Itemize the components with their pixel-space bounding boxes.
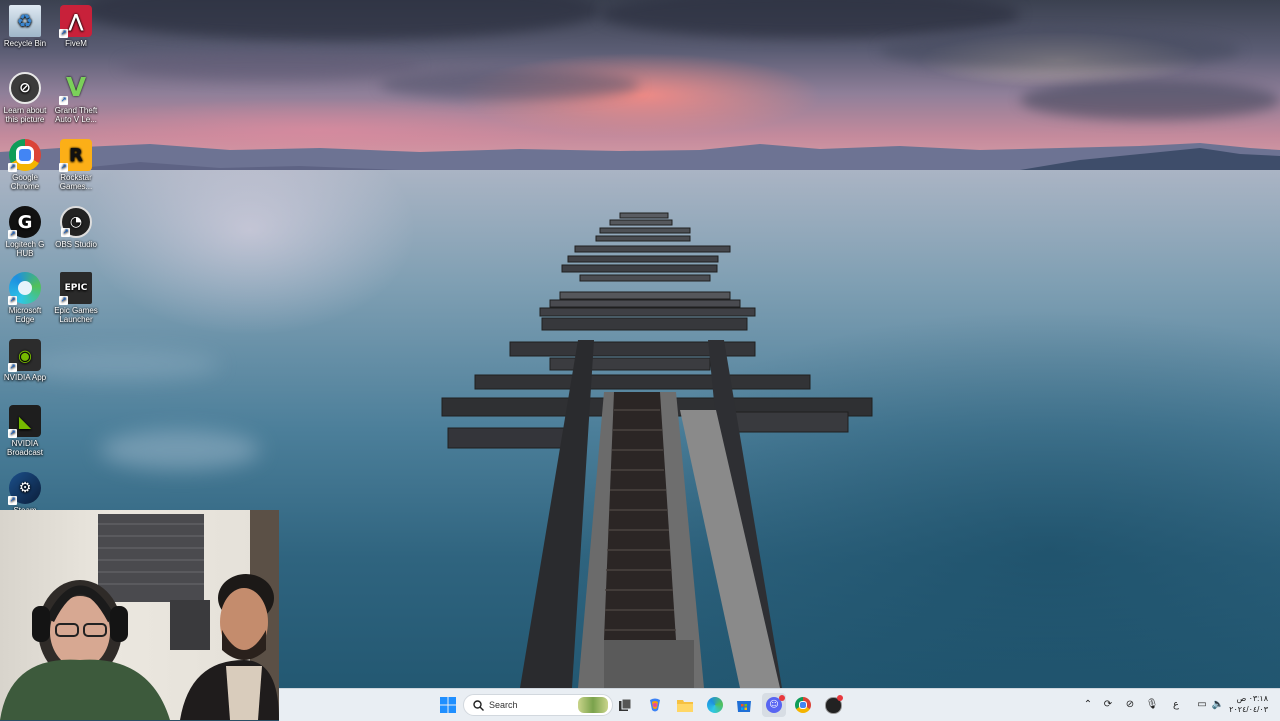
task-view-button[interactable] xyxy=(613,693,637,717)
nvidia-broadcast-icon: ◣ ↗ xyxy=(8,405,41,438)
desktop-icon-label: OBS Studio xyxy=(55,240,97,249)
desktop-icon-label: Learn about this picture xyxy=(3,106,47,124)
microphone-icon[interactable]: 🎙 xyxy=(1145,698,1159,712)
desktop-icon-logitech-g-hub[interactable]: G ↗ Logitech G HUB xyxy=(0,206,50,258)
search-placeholder: Search xyxy=(489,700,518,710)
recycle-bin-icon: ♻ xyxy=(9,5,41,37)
windows-logo-icon xyxy=(440,697,456,713)
desktop-icon-label: FiveM xyxy=(65,39,87,48)
desktop-icon-label: Google Chrome xyxy=(10,173,40,191)
desktop-icon-nvidia-app[interactable]: ◉ ↗ NVIDIA App xyxy=(0,339,50,382)
fivem-icon: ⋀ ↗ xyxy=(59,5,92,38)
learn-about-picture-icon: ⊘ xyxy=(9,72,41,104)
nvidia-app-icon: ◉ ↗ xyxy=(8,339,41,372)
desktop-icon-epic-games[interactable]: EPIC ↗ Epic Games Launcher xyxy=(51,272,101,324)
desktop-icon-steam[interactable]: ⚙↗ Steam xyxy=(0,472,50,515)
discord-taskbar-button[interactable]: ☺ xyxy=(762,693,786,717)
desktop-icon-label: NVIDIA Broadcast xyxy=(6,439,44,457)
desktop-icon-obs-studio[interactable]: ◔ ↗ OBS Studio xyxy=(51,206,101,249)
obs-taskbar-button[interactable] xyxy=(821,693,845,717)
epic-games-icon: EPIC ↗ xyxy=(59,272,92,305)
sync-icon[interactable]: ⟳ xyxy=(1101,698,1115,712)
desktop-icon-label: Logitech G HUB xyxy=(5,240,45,258)
steam-icon: ⚙ ↗ xyxy=(8,472,41,505)
desktop-icon-learn-about-picture[interactable]: ⊘ Learn about this picture xyxy=(0,72,50,124)
recording-indicator xyxy=(837,695,843,701)
copilot-icon xyxy=(650,698,660,712)
logitech-g-hub-icon: G ↗ xyxy=(8,206,41,239)
desktop-icon-fivem[interactable]: ⋀ ↗ FiveM xyxy=(51,5,101,48)
chrome-icon xyxy=(795,697,811,713)
desktop-icon-rockstar-games[interactable]: R ↗ Rockstar Games... xyxy=(51,139,101,191)
taskbar-search-box[interactable]: Search xyxy=(463,694,613,716)
search-highlight-image xyxy=(578,697,608,713)
webcam-video-feed xyxy=(0,510,279,720)
desktop-icon-gta-v[interactable]: V ↗ Grand Theft Auto V Le... xyxy=(51,72,101,125)
obs-studio-icon: ◔ ↗ xyxy=(60,206,92,238)
desktop-icon-nvidia-broadcast[interactable]: ◣ ↗ NVIDIA Broadcast xyxy=(0,405,50,457)
input-language[interactable]: ع xyxy=(1169,698,1183,712)
desktop-icon-label: Microsoft Edge xyxy=(8,306,42,324)
edge-taskbar-button[interactable] xyxy=(703,693,727,717)
desktop-icon-label: Rockstar Games... xyxy=(59,173,93,191)
folder-icon xyxy=(677,700,693,712)
clock-date: ٢٠٢٤/٠٤/٠٣ xyxy=(1229,705,1268,714)
desktop-icon-recycle-bin[interactable]: ♻ Recycle Bin xyxy=(0,5,50,48)
search-icon xyxy=(473,700,484,711)
desktop-icon-label: Grand Theft Auto V Le... xyxy=(54,106,98,124)
chrome-taskbar-button[interactable] xyxy=(791,693,815,717)
desktop-icon-microsoft-edge[interactable]: ↗ Microsoft Edge xyxy=(0,272,50,324)
desktop-icon-label: Epic Games Launcher xyxy=(54,306,98,324)
notification-badge xyxy=(779,695,785,701)
volume-icon[interactable]: 🔈 xyxy=(1211,698,1225,712)
display-icon[interactable]: ▭ xyxy=(1195,698,1209,712)
edge-icon xyxy=(707,697,723,713)
taskbar: Search ☺ ⌃ ⟳ ⊘ 🎙 ع ▭ 🔈 ٠٣:١٨ ص ٢٠٢٤/٠٤/٠… xyxy=(279,688,1280,721)
copilot-button[interactable] xyxy=(643,693,667,717)
taskbar-clock[interactable]: ٠٣:١٨ ص ٢٠٢٤/٠٤/٠٣ xyxy=(1229,693,1268,715)
desktop-icon-label: Recycle Bin xyxy=(3,39,47,48)
edge-icon: ↗ xyxy=(8,272,41,305)
gta-v-icon: V ↗ xyxy=(59,72,87,105)
rockstar-games-icon: R ↗ xyxy=(59,139,92,172)
file-explorer-button[interactable] xyxy=(673,693,697,717)
clock-time: ٠٣:١٨ ص xyxy=(1236,694,1268,703)
chrome-icon: ↗ xyxy=(8,139,41,172)
show-hidden-icons-chevron-icon[interactable]: ⌃ xyxy=(1081,698,1095,712)
desktop-icon-google-chrome[interactable]: ↗ Google Chrome xyxy=(0,139,50,191)
store-icon xyxy=(737,701,751,712)
desktop-icon-label: NVIDIA App xyxy=(3,373,47,382)
task-view-icon xyxy=(619,698,632,711)
microsoft-store-button[interactable] xyxy=(732,693,756,717)
network-disconnected-icon[interactable]: ⊘ xyxy=(1123,698,1137,712)
webcam-overlay xyxy=(0,510,279,720)
start-button[interactable] xyxy=(436,693,460,717)
